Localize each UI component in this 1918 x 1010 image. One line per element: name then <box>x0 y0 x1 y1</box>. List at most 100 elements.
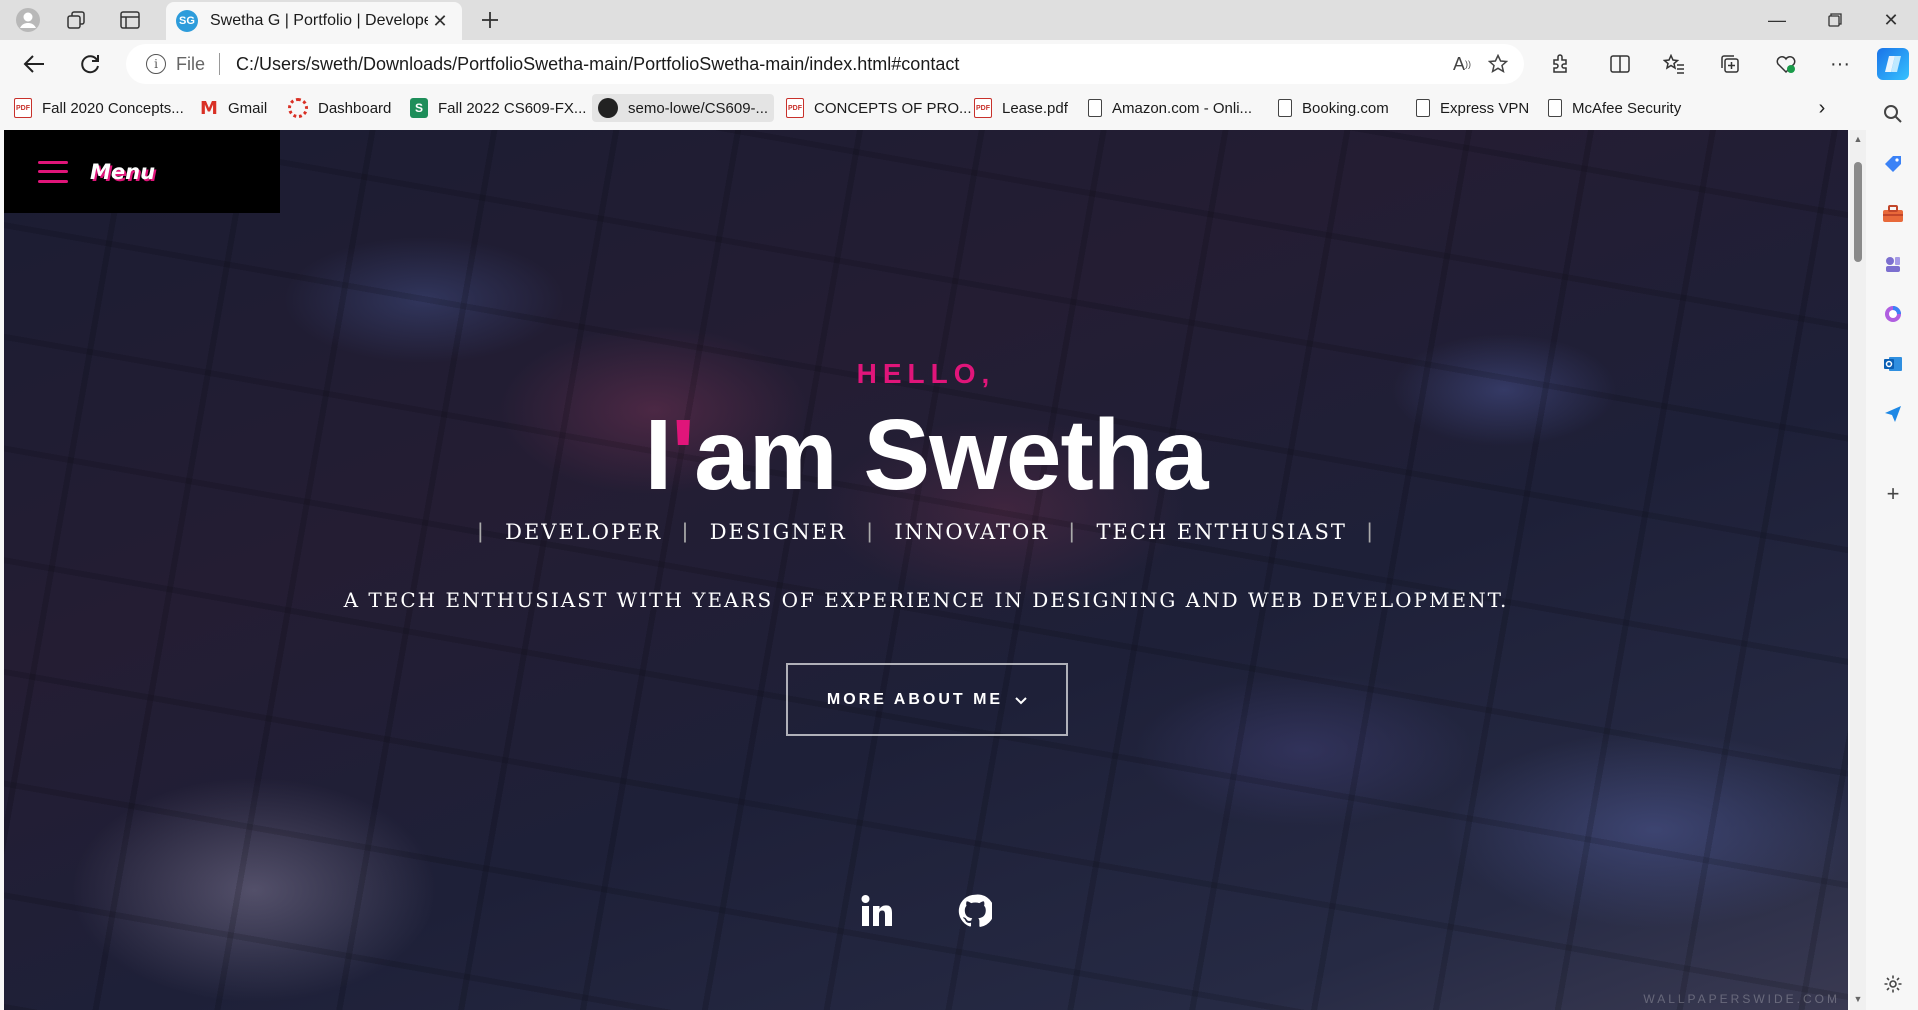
role-item: DESIGNER <box>709 520 847 544</box>
bookmark-item[interactable]: PDF CONCEPTS OF PRO... <box>780 94 978 122</box>
name-prefix: I <box>644 399 673 511</box>
role-separator: | <box>866 520 875 543</box>
role-separator: | <box>1366 520 1375 543</box>
sharepoint-icon: S <box>410 98 428 118</box>
bookmark-label: Gmail <box>228 99 268 117</box>
role-separator: | <box>1069 520 1077 543</box>
github-icon[interactable] <box>954 890 996 932</box>
edge-sidebar: + <box>1868 40 1918 1010</box>
bookmark-label: Booking.com <box>1302 99 1389 117</box>
minimize-icon[interactable]: — <box>1752 4 1802 36</box>
copilot-icon[interactable] <box>1877 48 1909 80</box>
scrollbar-thumb[interactable] <box>1854 162 1862 262</box>
chevron-right-icon[interactable]: › <box>1808 94 1836 122</box>
tab-actions-icon[interactable] <box>114 6 146 34</box>
hero-name: I'am Swetha <box>4 398 1848 513</box>
roles-list: | DEVELOPER | DESIGNER | INNOVATOR | TEC… <box>4 520 1848 544</box>
gmail-icon: M <box>200 97 218 119</box>
name-rest: am Swetha <box>694 399 1208 511</box>
bookmark-item[interactable]: Dashboard <box>282 94 397 122</box>
tools-icon[interactable] <box>1877 198 1909 230</box>
github-icon <box>598 98 618 118</box>
extensions-icon[interactable] <box>1540 48 1580 80</box>
active-tab[interactable]: SG Swetha G | Portfolio | Developer ✕ <box>166 2 462 40</box>
search-icon[interactable] <box>1877 98 1909 130</box>
settings-more-icon[interactable]: ··· <box>1820 48 1860 80</box>
navigation-bar: i File C:/Users/sweth/Downloads/Portfoli… <box>0 40 1918 88</box>
linkedin-icon[interactable] <box>856 890 898 932</box>
page-icon <box>1548 99 1562 117</box>
bookmarks-bar: PDF Fall 2020 Concepts... M Gmail Dashboar… <box>0 88 1868 128</box>
role-item: DEVELOPER <box>505 520 663 544</box>
url-scheme: File <box>176 53 206 74</box>
bookmark-item[interactable]: M Gmail <box>194 94 273 122</box>
add-sidebar-app-icon[interactable]: + <box>1877 478 1909 510</box>
split-screen-icon[interactable] <box>1600 48 1640 80</box>
bookmark-label: semo-lowe/CS609-... <box>628 99 769 117</box>
bookmark-item[interactable]: PDF Lease.pdf <box>968 94 1074 122</box>
microsoft365-icon[interactable] <box>1877 298 1909 330</box>
browser-window: SG Swetha G | Portfolio | Developer ✕ — … <box>0 0 1918 1010</box>
name-accent-tick: ' <box>671 399 695 511</box>
bookmark-label: Express VPN <box>1440 99 1530 117</box>
shopping-tag-icon[interactable] <box>1877 148 1909 180</box>
more-about-me-button[interactable]: MORE ABOUT ME <box>786 663 1068 736</box>
watermark: WALLPAPERSWIDE.COM <box>1643 992 1840 1006</box>
close-window-icon[interactable]: ✕ <box>1866 4 1916 36</box>
bookmark-item[interactable]: Express VPN <box>1410 94 1535 122</box>
role-item: INNOVATOR <box>894 520 1050 544</box>
scroll-down-icon[interactable]: ▼ <box>1853 994 1863 1004</box>
site-favicon-icon: SG <box>176 10 198 32</box>
bookmark-label: McAfee Security <box>1572 99 1682 117</box>
web-page: Menu HELLO, I'am Swetha | DEVELOPER | DE… <box>4 130 1848 1010</box>
new-tab-icon[interactable] <box>474 6 506 34</box>
bookmark-item[interactable]: Amazon.com - Onli... <box>1082 94 1258 122</box>
tab-title: Swetha G | Portfolio | Developer <box>210 12 428 29</box>
hello-text: HELLO, <box>856 358 996 389</box>
browser-essentials-icon[interactable] <box>1766 48 1806 80</box>
role-separator: | <box>682 520 690 543</box>
bookmark-label: Amazon.com - Onli... <box>1112 99 1253 117</box>
social-links <box>4 890 1848 932</box>
page-icon <box>1278 99 1292 117</box>
profile-icon[interactable] <box>12 6 44 34</box>
page-icon <box>1088 99 1102 117</box>
bookmark-item[interactable]: McAfee Security <box>1542 94 1687 122</box>
gear-icon[interactable] <box>1877 968 1909 1000</box>
favorites-icon[interactable] <box>1654 48 1694 80</box>
dashboard-icon <box>288 98 308 118</box>
role-separator: | <box>477 520 486 543</box>
hero-section: HELLO, I'am Swetha | DEVELOPER | DESIGNE… <box>4 130 1848 1010</box>
collections-icon[interactable] <box>1710 48 1750 80</box>
page-scrollbar[interactable]: ▲ ▼ <box>1850 130 1866 1010</box>
bookmark-item[interactable]: semo-lowe/CS609-... <box>592 94 775 122</box>
site-info-icon[interactable]: i <box>146 54 166 74</box>
close-tab-icon[interactable]: ✕ <box>428 11 452 32</box>
address-separator <box>219 53 221 75</box>
bookmark-label: CONCEPTS OF PRO... <box>814 99 972 117</box>
back-icon[interactable] <box>16 48 52 80</box>
more-about-me-label: MORE ABOUT ME <box>826 690 1004 708</box>
scroll-up-icon[interactable]: ▲ <box>1853 134 1863 144</box>
bookmark-item[interactable]: Booking.com <box>1272 94 1395 122</box>
games-icon[interactable] <box>1877 248 1909 280</box>
pdf-icon: PDF <box>14 98 32 118</box>
role-item: TECH ENTHUSIAST <box>1096 520 1347 544</box>
pdf-icon: PDF <box>974 98 992 118</box>
address-bar[interactable]: i File C:/Users/sweth/Downloads/Portfoli… <box>126 44 1524 84</box>
page-icon <box>1416 99 1430 117</box>
favorite-star-icon[interactable] <box>1480 48 1516 80</box>
restore-icon[interactable] <box>1810 4 1860 36</box>
read-aloud-icon[interactable]: A)) <box>1444 48 1480 80</box>
bookmark-label: Fall 2020 Concepts... <box>42 99 184 117</box>
bookmark-label: Fall 2022 CS609-FX... <box>438 99 587 117</box>
bookmark-label: Dashboard <box>318 99 392 117</box>
chevron-down-icon <box>1015 692 1027 708</box>
bookmark-item[interactable]: PDF Fall 2020 Concepts... <box>8 94 190 122</box>
bookmark-item[interactable]: S Fall 2022 CS609-FX... <box>404 94 592 122</box>
url-text[interactable]: C:/Users/sweth/Downloads/PortfolioSwetha… <box>236 54 1444 75</box>
workspaces-icon[interactable] <box>60 6 92 34</box>
outlook-icon[interactable] <box>1877 348 1909 380</box>
drop-send-icon[interactable] <box>1877 398 1909 430</box>
refresh-icon[interactable] <box>72 48 108 80</box>
